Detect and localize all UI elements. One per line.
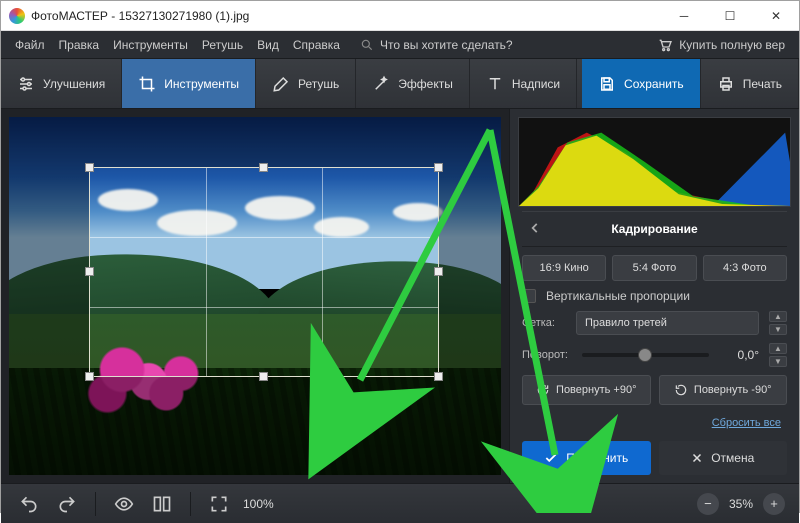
grid-label: Сетка: [522, 317, 566, 329]
chevron-left-icon [528, 221, 542, 235]
vertical-proportions-row: Вертикальные пропорции [522, 289, 787, 303]
main-area: Кадрирование 16:9 Кино 5:4 Фото 4:3 Фото… [1, 109, 799, 483]
close-icon [691, 452, 703, 464]
menu-edit[interactable]: Правка [59, 38, 100, 52]
menu-tools[interactable]: Инструменты [113, 38, 188, 52]
rotate-stepper[interactable]: ▲▼ [769, 343, 787, 367]
apply-button[interactable]: Применить [522, 441, 651, 475]
minimize-button[interactable]: ─ [661, 1, 707, 31]
fit-icon [209, 494, 229, 514]
rotate-buttons: Повернуть +90° Повернуть -90° [522, 375, 787, 405]
aspect-presets: 16:9 Кино 5:4 Фото 4:3 Фото [522, 255, 787, 281]
rotate-ccw-button[interactable]: Повернуть -90° [659, 375, 788, 405]
redo-icon [57, 494, 77, 514]
search-placeholder: Что вы хотите сделать? [380, 38, 513, 52]
undo-button[interactable] [15, 490, 43, 518]
menu-retouch[interactable]: Ретушь [202, 38, 243, 52]
text-icon [486, 75, 504, 93]
rotate-cw-icon [536, 383, 550, 397]
image-canvas[interactable] [9, 117, 501, 475]
crop-handle[interactable] [259, 372, 268, 381]
tab-effects[interactable]: Эффекты [356, 59, 470, 108]
histogram [518, 117, 791, 207]
tab-captions[interactable]: Надписи [470, 59, 577, 108]
preview-toggle[interactable] [110, 490, 138, 518]
rotate-label: Поворот: [522, 349, 568, 361]
close-button[interactable]: ✕ [753, 1, 799, 31]
reset-link[interactable]: Сбросить все [522, 413, 787, 433]
window-title: ФотоМАСТЕР - 15327130271980 (1).jpg [31, 9, 661, 23]
crop-handle[interactable] [259, 163, 268, 172]
crop-panel: Кадрирование 16:9 Кино 5:4 Фото 4:3 Фото… [510, 211, 799, 433]
brush-icon [272, 75, 290, 93]
app-logo-icon [9, 8, 25, 24]
compare-button[interactable] [148, 490, 176, 518]
crop-handle[interactable] [434, 163, 443, 172]
zoom-value: 35% [729, 497, 753, 511]
panel-footer: Применить Отмена [510, 433, 799, 483]
preset-5-4[interactable]: 5:4 Фото [612, 255, 696, 281]
zoom-out-button[interactable]: − [697, 493, 719, 515]
buy-full-button[interactable]: Купить полную вер [657, 37, 785, 53]
back-button[interactable] [522, 217, 548, 242]
plus-icon: + [770, 496, 778, 511]
panel-title: Кадрирование [611, 222, 697, 236]
rotate-value: 0,0° [723, 348, 759, 362]
app-window: ФотоМАСТЕР - 15327130271980 (1).jpg ─ ☐ … [0, 0, 800, 513]
rotate-cw-button[interactable]: Повернуть +90° [522, 375, 651, 405]
rotate-ccw-icon [674, 383, 688, 397]
sliders-icon [17, 75, 35, 93]
redo-button[interactable] [53, 490, 81, 518]
preset-4-3[interactable]: 4:3 Фото [703, 255, 787, 281]
crop-handle[interactable] [85, 372, 94, 381]
preset-16-9[interactable]: 16:9 Кино [522, 255, 606, 281]
menubar: Файл Правка Инструменты Ретушь Вид Справ… [1, 31, 799, 59]
tab-tools[interactable]: Инструменты [122, 59, 256, 108]
right-sidebar: Кадрирование 16:9 Кино 5:4 Фото 4:3 Фото… [509, 109, 799, 483]
undo-icon [19, 494, 39, 514]
wand-icon [372, 75, 390, 93]
cart-icon [657, 37, 673, 53]
search-icon [360, 38, 374, 52]
zoom-in-button System data-interactable=: + [763, 493, 785, 515]
grid-select[interactable]: Правило третей [576, 311, 759, 335]
tab-retouch[interactable]: Ретушь [256, 59, 356, 108]
crop-icon [138, 75, 156, 93]
fit-button[interactable] [205, 490, 233, 518]
save-icon [598, 75, 616, 93]
crop-handle[interactable] [434, 372, 443, 381]
crop-frame[interactable] [89, 167, 439, 377]
crop-handle[interactable] [85, 163, 94, 172]
menu-help[interactable]: Справка [293, 38, 340, 52]
rotate-row: Поворот: 0,0° ▲▼ [522, 343, 787, 367]
search-area[interactable]: Что вы хотите сделать? [360, 38, 513, 52]
print-icon [717, 75, 735, 93]
bottom-toolbar: 100% − 35% + [1, 483, 799, 523]
vertical-label: Вертикальные пропорции [546, 289, 690, 303]
save-button[interactable]: Сохранить [582, 59, 701, 108]
cancel-button[interactable]: Отмена [659, 441, 788, 475]
menu-view[interactable]: Вид [257, 38, 279, 52]
maximize-button[interactable]: ☐ [707, 1, 753, 31]
minus-icon: − [704, 496, 712, 511]
crop-handle[interactable] [85, 267, 94, 276]
app-body: Файл Правка Инструменты Ретушь Вид Справ… [1, 31, 799, 523]
check-icon [544, 451, 558, 465]
titlebar: ФотоМАСТЕР - 15327130271980 (1).jpg ─ ☐ … [1, 1, 799, 31]
eye-icon [114, 494, 134, 514]
tab-enhance[interactable]: Улучшения [1, 59, 122, 108]
panel-header: Кадрирование [522, 211, 787, 247]
vertical-checkbox[interactable] [522, 289, 536, 303]
print-button[interactable]: Печать [701, 59, 799, 108]
rotate-slider[interactable] [582, 353, 709, 357]
crop-handle[interactable] [434, 267, 443, 276]
compare-icon [152, 494, 172, 514]
grid-row: Сетка: Правило третей ▲▼ [522, 311, 787, 335]
main-toolbar: Улучшения Инструменты Ретушь Эффекты Над… [1, 59, 799, 109]
menu-file[interactable]: Файл [15, 38, 45, 52]
zoom-fit-label: 100% [243, 497, 274, 511]
grid-stepper[interactable]: ▲▼ [769, 311, 787, 335]
